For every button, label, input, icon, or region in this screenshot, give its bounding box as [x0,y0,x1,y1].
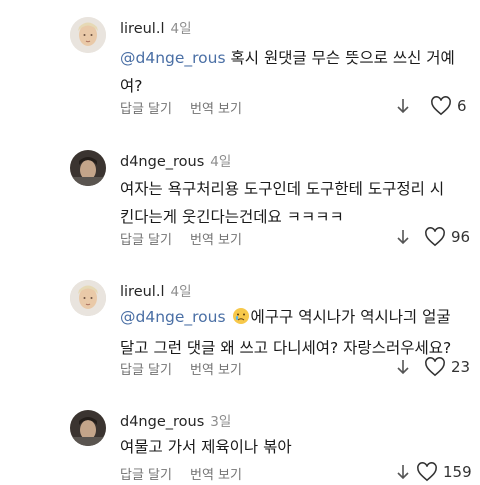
like-button[interactable]: 6 [430,95,467,117]
username[interactable]: lireul.l [120,21,164,37]
like-count: 6 [457,97,467,115]
comment-text-line1: 에구구 역시나가 역시나긔 얼굴 [250,308,451,326]
comment-text-line2: 킨다는게 웃긴다는건데요 ㅋㅋㅋㅋ [120,208,344,226]
comment-text: @d4nge_rous 에구구 역시나가 역시나긔 얼굴 달고 그런 댓글 왜 … [120,303,465,362]
like-button[interactable]: 159 [416,461,472,483]
reply-button[interactable]: 답글 달기 [120,102,172,117]
mention-link[interactable]: @d4nge_rous [120,49,226,67]
avatar[interactable] [70,150,106,186]
reply-button[interactable]: 답글 달기 [120,363,172,378]
reply-button[interactable]: 답글 달기 [120,233,172,248]
comment-header: lireul.l 4일 [120,17,192,37]
like-count: 96 [451,228,471,246]
comment-actions: 답글 달기 번역 보기 [120,359,260,378]
like-count: 159 [443,463,472,481]
heart-icon [425,227,445,247]
crying-face-emoji [232,306,250,334]
heart-icon [417,462,437,482]
timestamp: 4일 [210,154,232,170]
translate-button[interactable]: 번역 보기 [190,233,242,248]
comment-text-line2: 여? [120,77,143,95]
avatar[interactable] [70,280,106,316]
username[interactable]: lireul.l [120,284,164,300]
mention-link[interactable]: @d4nge_rous [120,308,226,326]
downvote-icon[interactable] [396,358,410,376]
comment-header: d4nge_rous 3일 [120,410,231,430]
like-button[interactable]: 96 [424,226,470,248]
translate-button[interactable]: 번역 보기 [190,468,242,483]
comment-text: 여자는 욕구처리용 도구인데 도구한테 도구정리 시 킨다는게 웃긴다는건데요 … [120,175,465,231]
username[interactable]: d4nge_rous [120,414,204,430]
username[interactable]: d4nge_rous [120,154,204,170]
timestamp: 3일 [210,414,232,430]
comment-header: d4nge_rous 4일 [120,150,231,170]
heart-icon [431,96,451,116]
downvote-icon[interactable] [396,97,410,115]
timestamp: 4일 [170,284,192,300]
like-count: 23 [451,358,471,376]
comment-text-line1: 혹시 원댓글 무슨 뜻으로 쓰신 거예 [225,49,455,67]
translate-button[interactable]: 번역 보기 [190,363,242,378]
comment-actions: 답글 달기 번역 보기 [120,464,260,483]
comment-text-line2: 달고 그런 댓글 왜 쓰고 다니세여? 자랑스러우세요? [120,339,452,357]
downvote-icon[interactable] [396,463,410,481]
comment-actions: 답글 달기 번역 보기 [120,98,260,117]
comment-text: 여물고 가서 제육이나 볶아 [120,433,465,461]
comment-text-line1: 여물고 가서 제육이나 볶아 [120,438,292,456]
heart-icon [425,357,445,377]
reply-button[interactable]: 답글 달기 [120,468,172,483]
comment-header: lireul.l 4일 [120,280,192,300]
like-button[interactable]: 23 [424,356,470,378]
comment-text-line1: 여자는 욕구처리용 도구인데 도구한테 도구정리 시 [120,180,445,198]
comment-actions: 답글 달기 번역 보기 [120,229,260,248]
translate-button[interactable]: 번역 보기 [190,102,242,117]
comment-text: @d4nge_rous 혹시 원댓글 무슨 뜻으로 쓰신 거예 여? [120,44,465,100]
timestamp: 4일 [170,21,192,37]
avatar[interactable] [70,17,106,53]
avatar[interactable] [70,410,106,446]
downvote-icon[interactable] [396,228,410,246]
